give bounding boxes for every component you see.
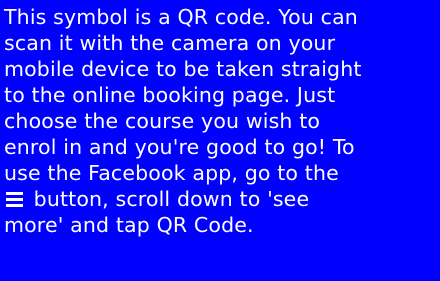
help-text-line-3: mobile device to be taken straight xyxy=(4,57,362,81)
help-text-line-8: button, scroll down to 'see xyxy=(4,186,440,212)
help-text-line-6: enrol in and you're good to go! To xyxy=(4,135,355,159)
hamburger-menu-icon xyxy=(6,191,23,207)
qr-code-help-panel: This symbol is a QR code. You can scan i… xyxy=(0,0,440,281)
help-text-line-8-text: button, scroll down to 'see xyxy=(27,187,310,211)
help-text-line-7: use the Facebook app, go to the xyxy=(4,161,339,185)
help-text-line-4: to the online booking page. Just xyxy=(4,83,336,107)
help-text-line-2: scan it with the camera on your xyxy=(4,31,336,55)
help-text-line-5: choose the course you wish to xyxy=(4,109,321,133)
help-text-line-9: more' and tap QR Code. xyxy=(4,213,254,237)
help-text-line-1: This symbol is a QR code. You can xyxy=(4,5,358,29)
